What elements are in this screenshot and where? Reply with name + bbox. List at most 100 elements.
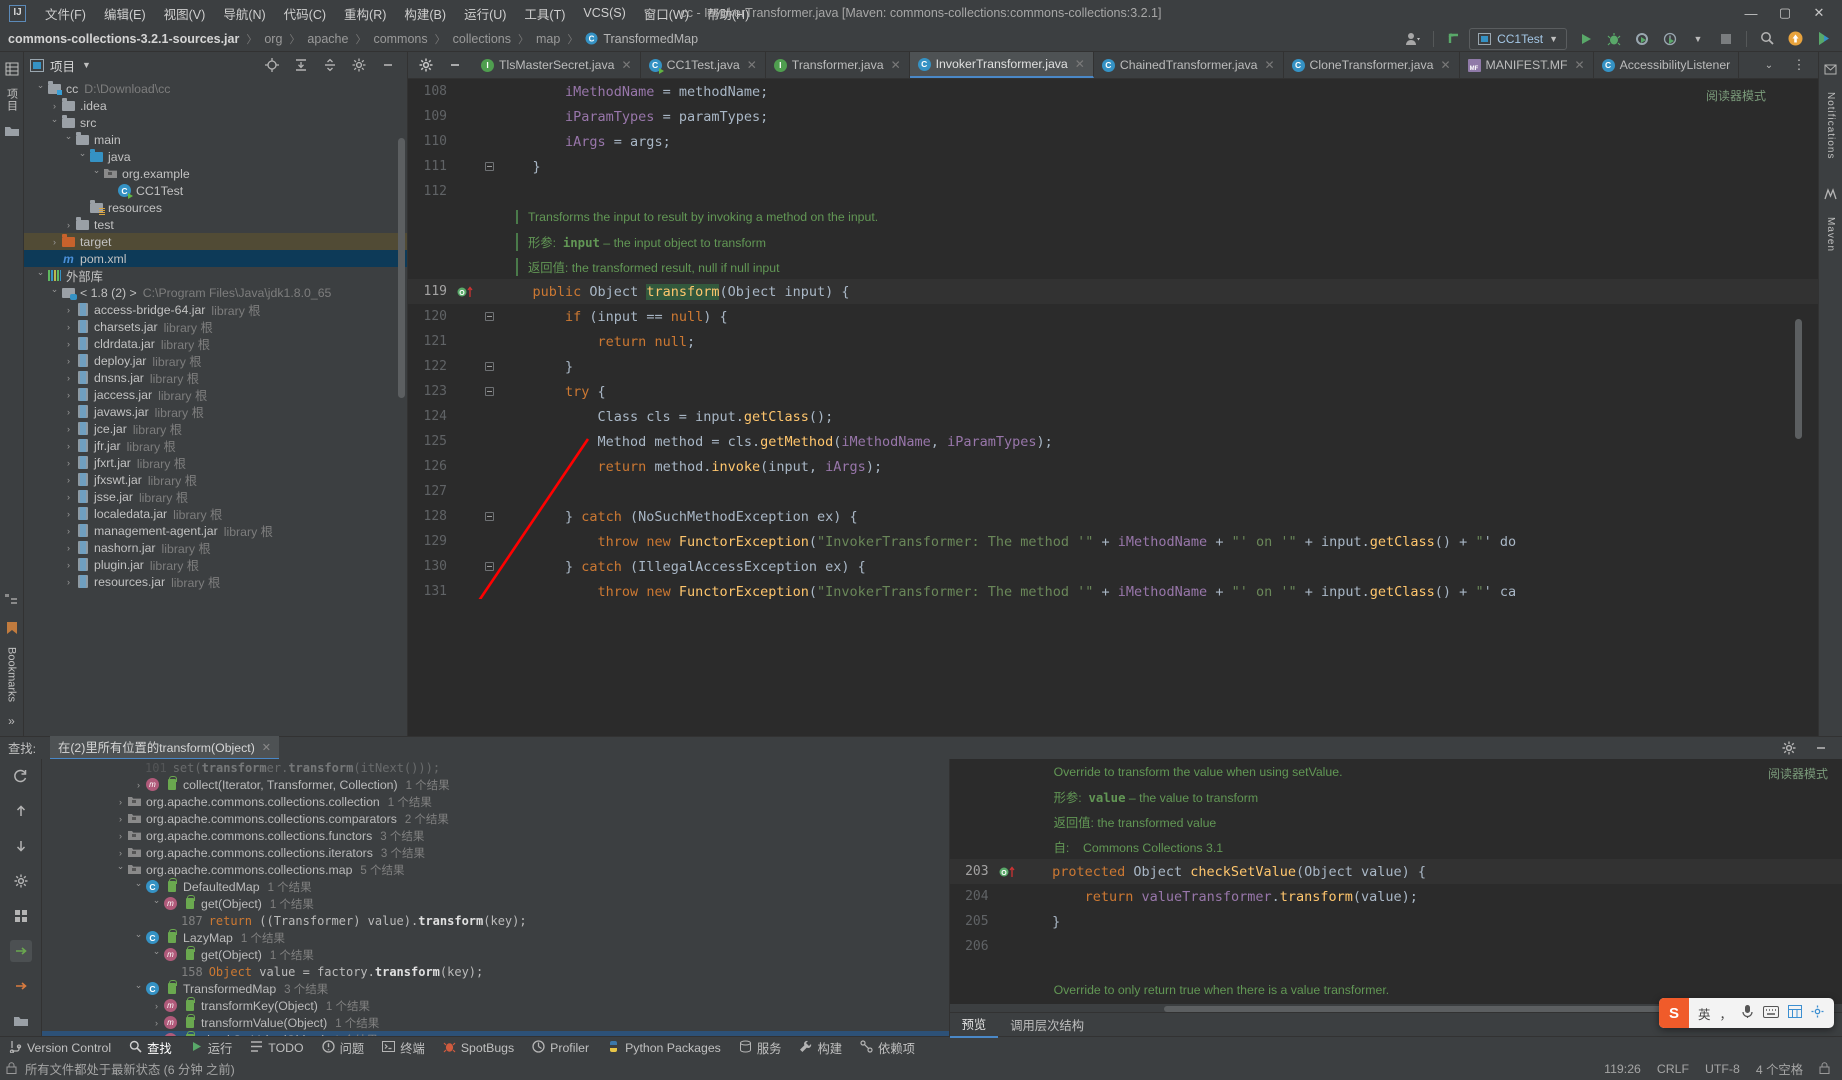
stop-button[interactable]: [1713, 28, 1739, 50]
chevron-right-icon[interactable]: [62, 543, 75, 553]
fold-gutter[interactable]: [478, 387, 500, 396]
export-results-icon[interactable]: [9, 940, 32, 962]
preview-tab-0[interactable]: 预览: [949, 1012, 999, 1038]
menu-item-7[interactable]: 运行(U): [455, 1, 515, 26]
find-result-row[interactable]: 101 set(transformer.transform(itNext()));: [42, 759, 949, 776]
main-menu[interactable]: 文件(F) 编辑(E) 视图(V) 导航(N) 代码(C) 重构(R) 构建(B) 运行(U)…: [36, 1, 758, 26]
find-result-row[interactable]: 187 return ((Transformer) value).transfor…: [42, 912, 949, 929]
preview-code-line[interactable]: 205 }: [950, 909, 1842, 934]
editor-tab-4[interactable]: C ChainedTransformer.java ✕: [1094, 52, 1284, 78]
menu-item-11[interactable]: 帮助(H): [698, 1, 758, 26]
project-tree-row[interactable]: m pom.xml: [24, 250, 407, 267]
project-tree-row[interactable]: jce.jar library 根: [24, 420, 407, 437]
chevron-right-icon[interactable]: [62, 356, 75, 366]
menu-item-10[interactable]: 窗口(W): [635, 1, 698, 26]
chevron-right-icon[interactable]: [114, 797, 127, 807]
menu-item-6[interactable]: 构建(B): [395, 1, 455, 26]
fold-gutter[interactable]: [478, 512, 500, 521]
project-tree-row[interactable]: src: [24, 114, 407, 131]
breadcrumb-item-2[interactable]: commons: [373, 32, 427, 46]
code-line[interactable]: 111 }: [408, 154, 1818, 179]
project-tree-row[interactable]: cldrdata.jar library 根: [24, 335, 407, 352]
profile-button[interactable]: [1657, 28, 1683, 50]
caret-position[interactable]: 119:26: [1604, 1062, 1641, 1076]
find-result-row[interactable]: C DefaultedMap 1 个结果: [42, 878, 949, 895]
chevron-right-icon[interactable]: [62, 339, 75, 349]
editor-scrollbar[interactable]: [1794, 79, 1804, 736]
find-result-row[interactable]: org.apache.commons.collections.collectio…: [42, 793, 949, 810]
chevron-right-icon[interactable]: [62, 492, 75, 502]
fold-gutter[interactable]: [478, 312, 500, 321]
fold-marker-icon[interactable]: [484, 387, 494, 396]
chevron-right-icon[interactable]: [150, 1035, 163, 1037]
ime-voice-icon[interactable]: [1741, 1004, 1754, 1022]
fold-marker-icon[interactable]: [484, 362, 494, 371]
code-line[interactable]: 120 if (input == null) {: [408, 304, 1818, 329]
maven-rail-icon[interactable]: [1822, 185, 1840, 203]
project-tree-row[interactable]: nashorn.jar library 根: [24, 539, 407, 556]
project-tree-row[interactable]: java: [24, 148, 407, 165]
find-results-tree[interactable]: 101 set(transformer.transform(itNext()));…: [42, 759, 949, 1036]
chevron-right-icon[interactable]: [62, 526, 75, 536]
project-tree-row[interactable]: resources.jar library 根: [24, 573, 407, 590]
chevron-right-icon[interactable]: [62, 424, 75, 434]
project-tree-row[interactable]: test: [24, 216, 407, 233]
preview-code-line[interactable]: 204 return valueTransformer.transform(va…: [950, 884, 1842, 909]
run-anything-icon[interactable]: [1810, 28, 1836, 50]
collapse-all-icon[interactable]: [317, 54, 343, 76]
fold-gutter[interactable]: [478, 162, 500, 171]
expand-all-icon[interactable]: [288, 54, 314, 76]
tabs-list-chevron-icon[interactable]: ⌄: [1756, 54, 1782, 76]
menu-item-5[interactable]: 重构(R): [335, 1, 395, 26]
notifications-rail-icon[interactable]: [1822, 60, 1840, 78]
group-by-icon[interactable]: [10, 905, 32, 927]
file-encoding[interactable]: UTF-8: [1705, 1062, 1740, 1076]
project-tree-row[interactable]: jsse.jar library 根: [24, 488, 407, 505]
bottom-bar-服务[interactable]: 服务: [730, 1037, 791, 1058]
breadcrumb-item-1[interactable]: apache: [307, 32, 348, 46]
indent-setting[interactable]: 4 个空格: [1756, 1060, 1803, 1078]
gutter-markers[interactable]: O: [456, 285, 478, 299]
chevron-down-icon[interactable]: [132, 881, 145, 892]
chevron-down-icon[interactable]: [132, 983, 145, 994]
preview-code-line[interactable]: 203 O protected Object checkSetValue(Obje…: [949, 859, 1842, 884]
find-result-row[interactable]: C TransformedMap 3 个结果: [42, 980, 949, 997]
project-tree[interactable]: cc D:\Download\cc .idea src main java org.exam…: [24, 78, 407, 736]
chevron-down-icon[interactable]: [48, 287, 61, 298]
project-tree-row[interactable]: dnsns.jar library 根: [24, 369, 407, 386]
menu-item-4[interactable]: 代码(C): [275, 1, 335, 26]
profile-dropdown-icon[interactable]: ▼: [1685, 28, 1711, 50]
code-lines[interactable]: 108 iMethodName = methodName; 109 iParamT…: [408, 79, 1818, 604]
chevron-down-icon[interactable]: [76, 151, 89, 162]
tab-close-icon[interactable]: ✕: [1264, 58, 1274, 72]
code-line[interactable]: 124 Class cls = input.getClass();: [408, 404, 1818, 429]
bottom-bar-运行[interactable]: 运行: [181, 1037, 242, 1058]
project-scrollbar[interactable]: [397, 78, 407, 736]
bottom-bar-version-control[interactable]: Version Control: [0, 1037, 120, 1058]
ime-toolbox-icon[interactable]: [1788, 1005, 1802, 1021]
chevron-right-icon[interactable]: [62, 560, 75, 570]
code-line[interactable]: 130 } catch (IllegalAccessException ex) …: [408, 554, 1818, 579]
preview-code[interactable]: 阅读器模式 Override to transform the value wh…: [949, 759, 1842, 1004]
bottom-bar-spotbugs[interactable]: SpotBugs: [434, 1037, 523, 1058]
minimize-button[interactable]: —: [1734, 1, 1768, 25]
notifications-rail-label[interactable]: Notifications: [1825, 92, 1836, 159]
code-line[interactable]: 110 iArgs = args;: [408, 129, 1818, 154]
project-tree-row[interactable]: management-agent.jar library 根: [24, 522, 407, 539]
breadcrumb-item-3[interactable]: collections: [453, 32, 511, 46]
bottom-bar-profiler[interactable]: Profiler: [523, 1037, 598, 1058]
bookmarks-rail-icon[interactable]: [3, 619, 21, 637]
find-result-row[interactable]: C LazyMap 1 个结果: [42, 929, 949, 946]
breadcrumb[interactable]: commons-collections-3.2.1-sources.jar 〉 or…: [8, 31, 698, 47]
find-result-row[interactable]: org.apache.commons.collections.iterators…: [42, 844, 949, 861]
find-result-row[interactable]: m collect(Iterator, Transformer, Collecti…: [42, 776, 949, 793]
folder-rail-icon[interactable]: [3, 122, 21, 140]
open-in-find-icon[interactable]: [10, 975, 32, 997]
project-tree-row[interactable]: jfxrt.jar library 根: [24, 454, 407, 471]
chevron-down-icon[interactable]: [90, 168, 103, 179]
menu-item-1[interactable]: 编辑(E): [95, 1, 155, 26]
chevron-right-icon[interactable]: [114, 831, 127, 841]
chevron-right-icon[interactable]: [48, 101, 61, 111]
find-result-row[interactable]: m checkSetValue(Object) 1 个结果: [42, 1031, 949, 1036]
project-tree-row[interactable]: org.example: [24, 165, 407, 182]
